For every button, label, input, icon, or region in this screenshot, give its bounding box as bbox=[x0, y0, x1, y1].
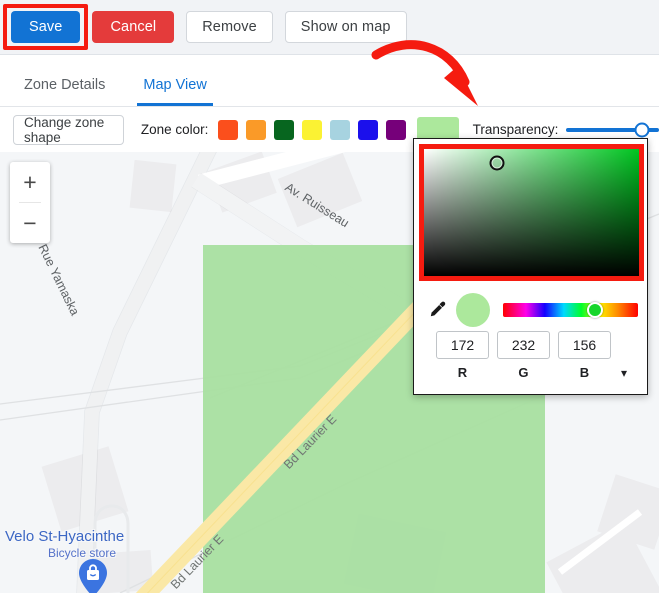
saturation-value-area[interactable] bbox=[424, 149, 639, 276]
change-zone-shape-button[interactable]: Change zone shape bbox=[13, 114, 124, 145]
picker-controls-row bbox=[414, 289, 649, 331]
rgb-label-row: R G B ▾ bbox=[414, 365, 649, 380]
tab-bar: Zone Details Map View bbox=[0, 55, 659, 107]
color-swatch-dark-green[interactable] bbox=[274, 119, 295, 140]
color-swatch-purple[interactable] bbox=[386, 119, 407, 140]
blue-channel-input[interactable] bbox=[558, 331, 611, 359]
poi-label-velo-st-hyacinthe: Velo St-Hyacinthe bbox=[5, 528, 125, 545]
tab-zone-details[interactable]: Zone Details bbox=[18, 77, 111, 106]
red-channel-input[interactable] bbox=[436, 331, 489, 359]
color-swatch-list bbox=[218, 119, 407, 140]
red-channel-label: R bbox=[457, 365, 468, 380]
zone-editor-screen: Save Cancel Remove Show on map Zone Deta… bbox=[0, 0, 659, 593]
color-picker-popup[interactable]: R G B ▾ bbox=[413, 138, 648, 395]
hue-slider[interactable] bbox=[503, 302, 638, 318]
green-channel-input[interactable] bbox=[497, 331, 550, 359]
save-button[interactable]: Save bbox=[11, 11, 81, 43]
chevron-up-down-icon[interactable]: ▾ bbox=[621, 367, 627, 379]
color-preview-circle bbox=[456, 293, 490, 327]
show-on-map-button[interactable]: Show on map bbox=[284, 11, 407, 43]
hue-slider-handle[interactable] bbox=[586, 302, 603, 318]
poi-pin-marker[interactable] bbox=[78, 558, 108, 593]
eyedropper-icon[interactable] bbox=[427, 300, 447, 320]
rgb-input-row bbox=[414, 331, 649, 359]
zone-color-label: Zone color: bbox=[140, 122, 209, 137]
map-zoom-controls: + − bbox=[10, 162, 50, 243]
save-button-highlight: Save bbox=[2, 4, 89, 50]
color-swatch-light-blue[interactable] bbox=[330, 119, 351, 140]
tab-map-view[interactable]: Map View bbox=[137, 77, 214, 106]
transparency-label: Transparency: bbox=[472, 122, 559, 137]
saturation-value-highlight bbox=[419, 144, 644, 281]
zoom-out-button[interactable]: − bbox=[10, 203, 50, 243]
blue-channel-label: B bbox=[579, 365, 590, 380]
saturation-value-handle[interactable] bbox=[489, 155, 505, 171]
action-toolbar: Save Cancel Remove Show on map bbox=[0, 0, 659, 55]
color-swatch-orange[interactable] bbox=[246, 119, 267, 140]
zoom-in-button[interactable]: + bbox=[10, 162, 50, 202]
color-swatch-orange-red[interactable] bbox=[218, 119, 239, 140]
transparency-slider-handle[interactable] bbox=[634, 122, 650, 137]
color-swatch-yellow[interactable] bbox=[302, 119, 323, 140]
cancel-button[interactable]: Cancel bbox=[92, 11, 175, 43]
color-swatch-blue[interactable] bbox=[358, 119, 379, 140]
remove-button[interactable]: Remove bbox=[186, 11, 273, 43]
green-channel-label: G bbox=[518, 365, 529, 380]
transparency-slider[interactable] bbox=[566, 122, 659, 137]
